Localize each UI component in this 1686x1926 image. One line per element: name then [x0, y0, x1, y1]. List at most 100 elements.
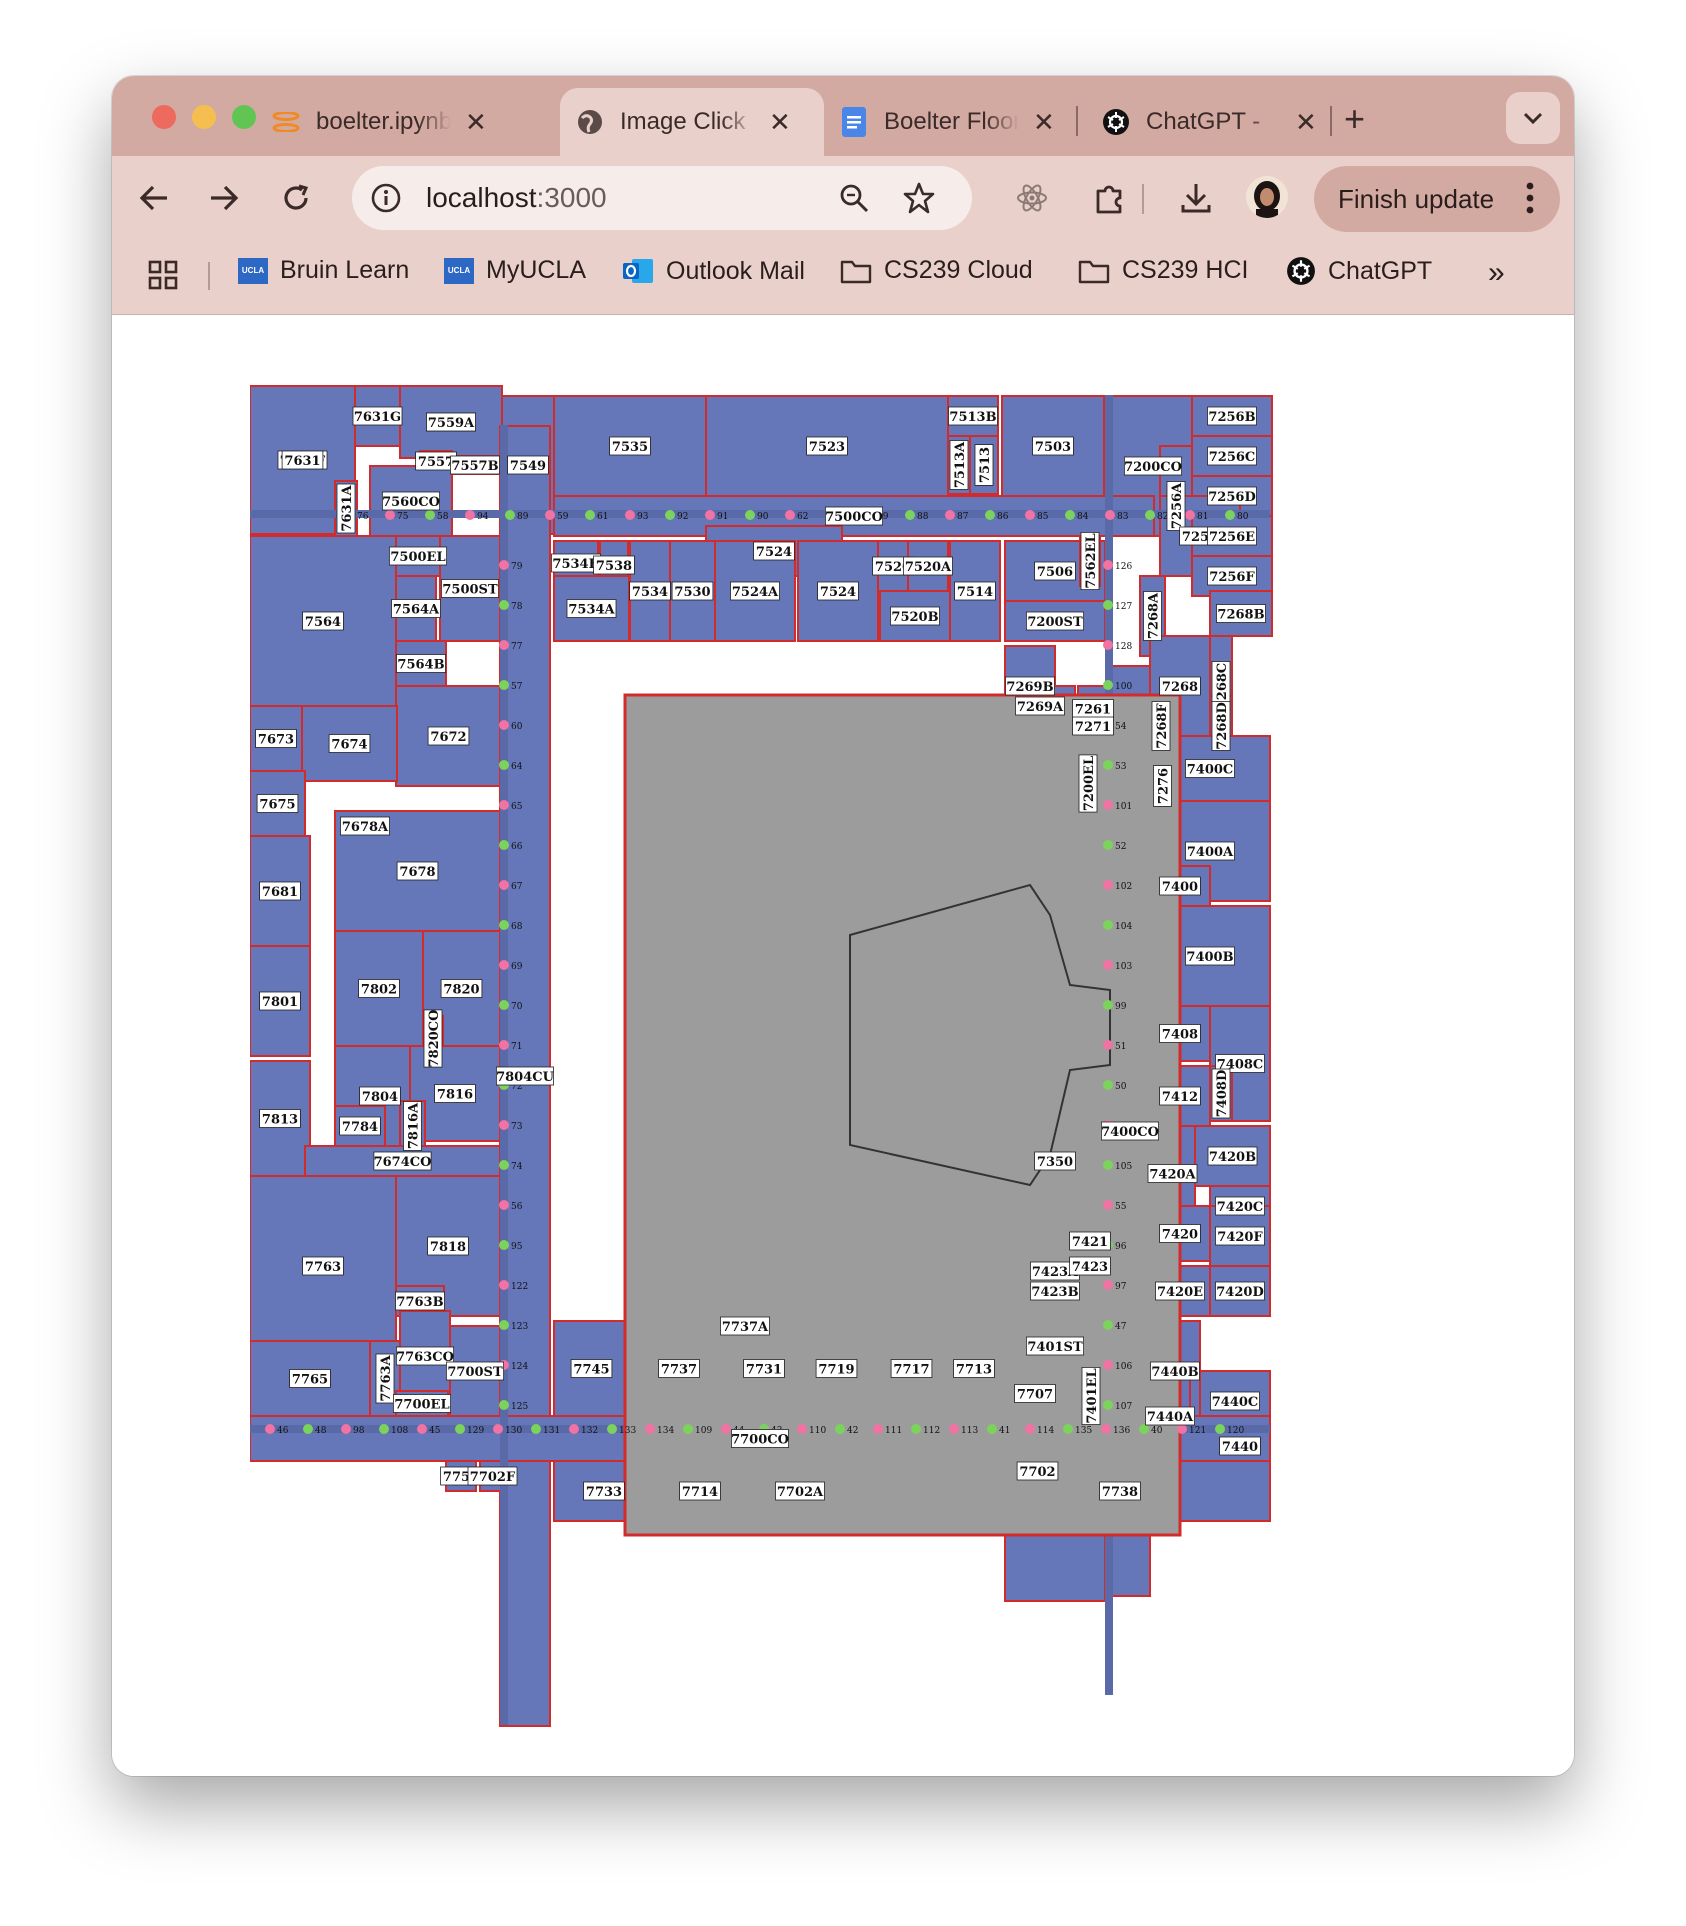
waypoint-marker[interactable]: [417, 1424, 427, 1434]
bookmark-bruin-learn[interactable]: UCLA Bruin Learn: [238, 256, 409, 285]
avatar[interactable]: [1246, 176, 1288, 218]
waypoint-marker[interactable]: [465, 510, 475, 520]
waypoint-marker[interactable]: [499, 960, 509, 970]
waypoint-marker[interactable]: [499, 720, 509, 730]
waypoint-marker[interactable]: [645, 1424, 655, 1434]
waypoint-marker[interactable]: [379, 1424, 389, 1434]
url-text[interactable]: localhost:3000: [426, 182, 607, 214]
waypoint-marker[interactable]: [1103, 1000, 1113, 1010]
floorplan-svg[interactable]: 7675589489596193929190626389888786858483…: [250, 365, 1512, 1776]
waypoint-marker[interactable]: [1105, 510, 1115, 520]
waypoint-marker[interactable]: [1103, 800, 1113, 810]
waypoint-marker[interactable]: [607, 1424, 617, 1434]
waypoint-marker[interactable]: [1103, 680, 1113, 690]
finish-update-button[interactable]: Finish update: [1314, 166, 1560, 232]
waypoint-marker[interactable]: [455, 1424, 465, 1434]
waypoint-marker[interactable]: [499, 840, 509, 850]
waypoint-marker[interactable]: [1103, 560, 1113, 570]
waypoint-marker[interactable]: [945, 510, 955, 520]
waypoint-marker[interactable]: [493, 1424, 503, 1434]
waypoint-marker[interactable]: [785, 510, 795, 520]
site-info-icon[interactable]: [370, 182, 402, 219]
waypoint-marker[interactable]: [797, 1424, 807, 1434]
waypoint-marker[interactable]: [1103, 1320, 1113, 1330]
waypoint-marker[interactable]: [1103, 1400, 1113, 1410]
waypoint-marker[interactable]: [1225, 510, 1235, 520]
waypoint-marker[interactable]: [499, 1240, 509, 1250]
waypoint-marker[interactable]: [1103, 1200, 1113, 1210]
reload-button[interactable]: [276, 178, 316, 218]
waypoint-marker[interactable]: [985, 510, 995, 520]
waypoint-marker[interactable]: [1065, 510, 1075, 520]
waypoint-marker[interactable]: [683, 1424, 693, 1434]
waypoint-marker[interactable]: [1103, 960, 1113, 970]
waypoint-marker[interactable]: [1145, 510, 1155, 520]
waypoint-marker[interactable]: [911, 1424, 921, 1434]
waypoint-marker[interactable]: [745, 510, 755, 520]
waypoint-marker[interactable]: [341, 1424, 351, 1434]
waypoint-marker[interactable]: [1101, 1424, 1111, 1434]
waypoint-marker[interactable]: [385, 510, 395, 520]
close-tab-icon[interactable]: ✕: [769, 107, 791, 138]
tab-search-button[interactable]: [1506, 92, 1560, 144]
waypoint-marker[interactable]: [499, 1200, 509, 1210]
forward-button[interactable]: [204, 178, 244, 218]
waypoint-marker[interactable]: [1025, 1424, 1035, 1434]
bookmark-chatgpt[interactable]: ChatGPT: [1286, 256, 1432, 286]
waypoint-marker[interactable]: [425, 510, 435, 520]
waypoint-marker[interactable]: [835, 1424, 845, 1434]
waypoint-marker[interactable]: [499, 1320, 509, 1330]
apps-button[interactable]: [148, 260, 178, 290]
back-button[interactable]: [134, 178, 174, 218]
waypoint-marker[interactable]: [505, 510, 515, 520]
minimize-window-button[interactable]: [192, 105, 216, 129]
more-bookmarks-button[interactable]: »: [1488, 256, 1505, 290]
more-vert-icon[interactable]: [1526, 182, 1534, 221]
waypoint-marker[interactable]: [1215, 1424, 1225, 1434]
waypoint-marker[interactable]: [1103, 1080, 1113, 1090]
waypoint-marker[interactable]: [1103, 600, 1113, 610]
tab-boelter-floor[interactable]: Boelter Floor ✕: [840, 88, 1055, 156]
waypoint-marker[interactable]: [569, 1424, 579, 1434]
new-tab-button[interactable]: +: [1344, 98, 1365, 140]
waypoint-marker[interactable]: [499, 560, 509, 570]
waypoint-marker[interactable]: [705, 510, 715, 520]
waypoint-marker[interactable]: [1177, 1424, 1187, 1434]
waypoint-marker[interactable]: [1103, 1280, 1113, 1290]
waypoint-marker[interactable]: [1103, 840, 1113, 850]
waypoint-marker[interactable]: [949, 1424, 959, 1434]
bookmark-myucla[interactable]: UCLA MyUCLA: [444, 256, 586, 285]
waypoint-marker[interactable]: [721, 1424, 731, 1434]
waypoint-marker[interactable]: [545, 510, 555, 520]
waypoint-marker[interactable]: [625, 510, 635, 520]
bookmark-cs239-hci[interactable]: CS239 HCI: [1078, 256, 1248, 285]
tab-boelter-ipynb[interactable]: boelter.ipynb ✕: [272, 88, 487, 156]
waypoint-marker[interactable]: [499, 800, 509, 810]
address-bar[interactable]: localhost:3000: [352, 166, 972, 230]
tab-chatgpt[interactable]: ChatGPT - ✕: [1102, 88, 1317, 156]
close-window-button[interactable]: [152, 105, 176, 129]
waypoint-marker[interactable]: [1103, 1160, 1113, 1170]
waypoint-marker[interactable]: [1103, 1360, 1113, 1370]
waypoint-marker[interactable]: [499, 760, 509, 770]
waypoint-marker[interactable]: [531, 1424, 541, 1434]
close-tab-icon[interactable]: ✕: [1295, 107, 1317, 138]
waypoint-marker[interactable]: [987, 1424, 997, 1434]
waypoint-marker[interactable]: [499, 600, 509, 610]
waypoint-marker[interactable]: [1103, 1040, 1113, 1050]
waypoint-marker[interactable]: [585, 510, 595, 520]
waypoint-marker[interactable]: [1185, 510, 1195, 520]
react-devtools-button[interactable]: [1012, 178, 1052, 218]
waypoint-marker[interactable]: [905, 510, 915, 520]
bookmark-star-icon[interactable]: [902, 181, 936, 220]
waypoint-marker[interactable]: [499, 1280, 509, 1290]
waypoint-marker[interactable]: [499, 1000, 509, 1010]
waypoint-marker[interactable]: [665, 510, 675, 520]
close-tab-icon[interactable]: ✕: [1033, 107, 1055, 138]
waypoint-marker[interactable]: [499, 1400, 509, 1410]
waypoint-marker[interactable]: [265, 1424, 275, 1434]
waypoint-marker[interactable]: [873, 1424, 883, 1434]
waypoint-marker[interactable]: [499, 1120, 509, 1130]
waypoint-marker[interactable]: [1103, 880, 1113, 890]
waypoint-marker[interactable]: [303, 1424, 313, 1434]
